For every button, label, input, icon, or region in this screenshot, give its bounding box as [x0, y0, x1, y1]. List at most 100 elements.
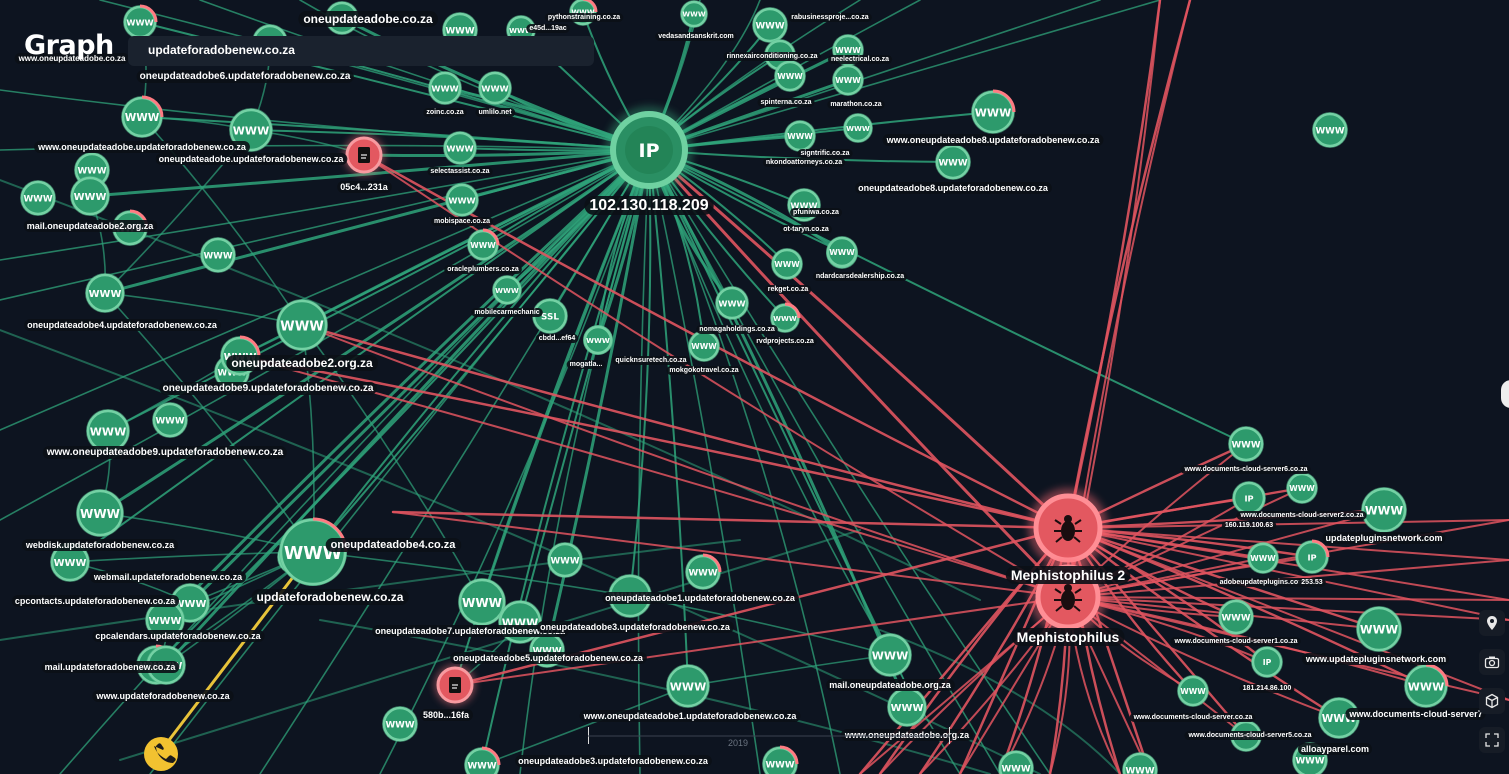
graph-node-unlabeled[interactable]: WWW: [1312, 112, 1348, 148]
node-label-oneupdateadobe2-org-za: oneupdateadobe2.org.za: [226, 355, 378, 371]
graph-node-nkondoattorneys-co-za[interactable]: WWW: [784, 120, 816, 152]
svg-text:05c4...231a: 05c4...231a: [340, 182, 389, 192]
graph-node-unlabeled[interactable]: WWW: [998, 750, 1034, 774]
svg-text:www.documents-cloud-server6.co: www.documents-cloud-server6.co.za: [1183, 466, 1307, 473]
node-label-rabusinessproje-co-za: rabusinessproje...co.za: [788, 13, 872, 22]
globe-icon: WWW: [126, 17, 153, 27]
graph-node-oneupdateadobe3-updateforadobenew-co-za[interactable]: WWW: [464, 746, 501, 774]
graph-node-selectassist-co-za[interactable]: WWW: [443, 131, 477, 165]
graph-node-unlabeled[interactable]: WWW: [152, 402, 188, 438]
graph-node-mail-oneupdateadobe-org-za[interactable]: WWW: [868, 633, 912, 677]
graph-node-adobeupdateplugins-com[interactable]: WWW: [1247, 542, 1279, 574]
node-label-oneupdateadobe3-updateforadobenew-co-za: oneupdateadobe3.updateforadobenew.co.za: [515, 755, 712, 767]
graph-node-mail-oneupdateadobe2-org-za[interactable]: WWW: [70, 176, 110, 216]
graph-node-unlabeled[interactable]: WWW: [200, 237, 236, 273]
node-label-160-119-100-63: 160.119.100.63: [1221, 521, 1277, 530]
svg-text:pythonstraining.co.za: pythonstraining.co.za: [548, 14, 620, 21]
globe-icon: WWW: [280, 319, 324, 334]
graph-node-253-53[interactable]: IP: [1295, 539, 1330, 574]
graph-node-ndardcarsdealership-co-za[interactable]: WWW: [826, 236, 858, 268]
graph-node-www-documents-cloud-server-co-za[interactable]: WWW: [1177, 675, 1209, 707]
graph-node-www-oneupdateadobe1-updateforadobenew-co-za[interactable]: WWW: [666, 664, 710, 708]
graph-node-160-119-100-63[interactable]: IP: [1232, 481, 1266, 515]
svg-text:marathon.co.za: marathon.co.za: [830, 101, 881, 108]
graph-node-181-214-86-100[interactable]: IP: [1251, 646, 1283, 678]
graph-node-www-documents-cloud-server7[interactable]: WWW: [1404, 663, 1449, 708]
graph-node-webdisk-updateforadobenew-co-za[interactable]: WWW: [76, 489, 124, 537]
phone-node[interactable]: [144, 737, 178, 771]
graph-node-www-updatepluginsnetwork-com[interactable]: WWW: [1356, 606, 1402, 652]
graph-node-oneupdateadobe4-updateforadobenew-co-za[interactable]: WWW: [85, 273, 125, 313]
svg-text:alloayparel.com: alloayparel.com: [1301, 744, 1369, 754]
fullscreen-button[interactable]: [1479, 727, 1505, 753]
graph-node-spinterna-co-za[interactable]: WWW: [774, 60, 806, 92]
graph-node-mobilecarmechanic[interactable]: WWW: [492, 275, 522, 305]
graph-node-mobispace-co-za[interactable]: WWW: [445, 183, 479, 217]
location-button[interactable]: [1479, 610, 1505, 636]
graph-node-nomagaholdings-co-za[interactable]: WWW: [715, 286, 749, 320]
globe-icon: WWW: [1221, 614, 1250, 624]
svg-text:oneupdateadobe3.updateforadobe: oneupdateadobe3.updateforadobenew.co.za: [518, 756, 709, 766]
graph-node-signtrific-co-za[interactable]: WWW: [843, 113, 873, 143]
globe-icon: WWW: [125, 112, 160, 124]
svg-text:cpcalendars.updateforadobenew.: cpcalendars.updateforadobenew.co.za: [95, 631, 261, 641]
graph-node-www-oneupdateadobe-updateforadobenew-co-za[interactable]: WWW: [121, 95, 164, 138]
globe-icon: WWW: [495, 286, 519, 295]
ip-icon: IP: [639, 140, 660, 162]
graph-node-vedasandsanskrit-com[interactable]: WWW: [680, 0, 708, 28]
node-label-oracleplumbers-co-za: oracleplumbers.co.za: [444, 265, 522, 274]
svg-text:selectassist.co.za: selectassist.co.za: [430, 168, 489, 175]
graph-node-zoinc-co-za[interactable]: WWW: [428, 71, 462, 105]
graph-node-www-documents-cloud-server1-co-za[interactable]: WWW: [1218, 599, 1254, 635]
globe-icon: WWW: [787, 132, 813, 141]
graph-node-unlabeled[interactable]: WWW: [382, 706, 418, 742]
graph-node-marathon-co-za[interactable]: WWW: [832, 64, 864, 96]
mephistophilus-2-node[interactable]: [1028, 488, 1108, 568]
graph-node-oneupdateadobe2-org-za[interactable]: WWW: [276, 299, 328, 351]
svg-text:spinterna.co.za: spinterna.co.za: [761, 99, 812, 106]
graph-node-oracleplumbers-co-za[interactable]: WWW: [467, 228, 500, 261]
cube-icon: [1485, 693, 1499, 709]
node-label-mokgokotravel-co-za: mokgokotravel.co.za: [666, 366, 742, 375]
graph-node-www-oneupdateadobe-co-za[interactable]: WWW: [123, 4, 158, 39]
node-label-updateforadobenew-co-za: updateforadobenew.co.za: [251, 589, 409, 605]
node-label-rvdprojects-co-za: rvdprojects.co.za: [753, 337, 817, 346]
timeline-year-label: 2019: [728, 738, 748, 748]
svg-text:oneupdateadobe8.updateforadobe: oneupdateadobe8.updateforadobenew.co.za: [858, 183, 1049, 193]
graph-node-www-documents-cloud-server2-co-za[interactable]: WWW: [1286, 472, 1318, 504]
graph-node-mokgokotravel-co-za[interactable]: WWW: [688, 330, 720, 362]
side-panel-handle[interactable]: [1501, 380, 1509, 408]
graph-node-www-oneupdateadobe8-updateforadobenew-co-za[interactable]: WWW: [971, 89, 1016, 134]
graph-node-rabusinessproje-co-za[interactable]: WWW: [752, 7, 788, 43]
ssl-icon: SSL: [541, 313, 559, 323]
3d-button[interactable]: [1479, 688, 1505, 714]
globe-icon: WWW: [385, 721, 414, 731]
globe-icon: WWW: [481, 83, 508, 93]
graph-node-www-documents-cloud-server6-co-za[interactable]: WWW: [1228, 426, 1264, 462]
timeline-slider[interactable]: 2019: [588, 722, 950, 748]
search-input[interactable]: updateforadobenew.co.za: [128, 36, 594, 66]
graph-node-www-oneupdateadobe-org-za[interactable]: WWW: [887, 687, 927, 727]
graph-node-unlabeled[interactable]: WWW: [20, 180, 56, 216]
svg-text:oracleplumbers.co.za: oracleplumbers.co.za: [447, 266, 519, 273]
graph-node-unlabeled[interactable]: WWW: [1122, 752, 1158, 774]
node-label-mail-updateforadobenew-co-za: mail.updateforadobenew.co.za: [41, 661, 180, 673]
graph-node-unlabeled[interactable]: WWW: [547, 542, 583, 578]
graph-node-05c4-231a[interactable]: [344, 135, 384, 175]
graph-node-rekget-co-za[interactable]: WWW: [771, 248, 803, 280]
graph-node-580b-16fa[interactable]: [435, 665, 475, 705]
node-label-neelectrical-co-za: neelectrical.co.za: [828, 55, 893, 64]
ip-hub-node[interactable]: IP: [605, 106, 693, 194]
node-label-spinterna-co-za: spinterna.co.za: [757, 98, 815, 107]
graph-node-unlabeled[interactable]: WWW: [685, 553, 722, 590]
graph-node-unlabeled[interactable]: WWW: [762, 745, 799, 774]
graph-node-updatepluginsnetwork-com[interactable]: WWW: [1361, 487, 1407, 533]
graph-node-umlilo-net[interactable]: WWW: [478, 71, 512, 105]
node-label-oneupdateadobe-co-za: oneupdateadobe.co.za: [298, 11, 438, 27]
svg-text:umlilo.net: umlilo.net: [478, 109, 512, 116]
globe-icon: WWW: [774, 260, 800, 269]
graph-node-mogatla[interactable]: WWW: [583, 325, 613, 355]
graph-node-oneupdateadobe8-updateforadobenew-co-za[interactable]: WWW: [935, 144, 971, 180]
screenshot-button[interactable]: [1479, 649, 1505, 675]
network-graph-canvas[interactable]: WWW WWW WWW WWW WWW WWW WWW WWW WWW WWW WWW WWW WWW W…: [0, 0, 1509, 774]
